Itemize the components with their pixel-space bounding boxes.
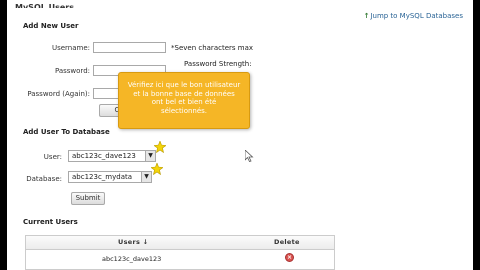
page-title: MySQL Users bbox=[15, 3, 75, 8]
database-select-label: Database: bbox=[26, 175, 62, 183]
current-users-heading: Current Users bbox=[23, 218, 78, 226]
database-select[interactable]: abc123c_mydata ▼ bbox=[68, 171, 152, 183]
table-row-user: abc123c_dave123 bbox=[102, 255, 162, 263]
column-header-users[interactable]: Users ↓ bbox=[118, 238, 148, 246]
chevron-down-icon: ▼ bbox=[141, 172, 151, 182]
arrow-up-icon: ↑ bbox=[363, 12, 370, 20]
tooltip-line: et la bonne base de données bbox=[133, 89, 235, 98]
add-new-user-heading: Add New User bbox=[23, 22, 79, 30]
users-table: Users ↓ Delete abc123c_dave123 × bbox=[25, 235, 335, 270]
username-input[interactable] bbox=[93, 42, 166, 53]
column-header-delete: Delete bbox=[274, 238, 300, 246]
user-select[interactable]: abc123c_dave123 ▼ bbox=[68, 150, 156, 162]
password-again-label: Password (Again): bbox=[27, 90, 90, 98]
password-strength-label: Password Strength: bbox=[184, 60, 252, 68]
delete-icon[interactable]: × bbox=[285, 253, 294, 262]
username-label: Username: bbox=[51, 44, 90, 52]
tooltip-line: Vérifiez ici que le bon utilisateur bbox=[127, 81, 241, 89]
cpanel-window: MySQL Users ↑Jump to MySQL Databases Add… bbox=[7, 0, 473, 270]
submit-button[interactable]: Submit bbox=[71, 192, 105, 205]
users-table-header: Users ↓ Delete bbox=[26, 236, 334, 250]
tooltip-line: sélectionnés. bbox=[160, 106, 208, 115]
username-note: *Seven characters max bbox=[171, 44, 254, 52]
highlight-marker-icon bbox=[154, 141, 166, 153]
user-select-label: User: bbox=[43, 153, 62, 161]
tooltip-line: ont bel et bien été bbox=[151, 98, 217, 106]
instruction-tooltip: Vérifiez ici que le bon utilisateur et l… bbox=[118, 72, 250, 129]
jump-to-databases-link[interactable]: ↑Jump to MySQL Databases bbox=[364, 12, 463, 20]
add-user-to-database-heading: Add User To Database bbox=[23, 128, 110, 136]
password-label: Password: bbox=[54, 67, 90, 75]
mouse-cursor-icon bbox=[245, 150, 254, 162]
highlight-marker-icon bbox=[151, 163, 163, 175]
